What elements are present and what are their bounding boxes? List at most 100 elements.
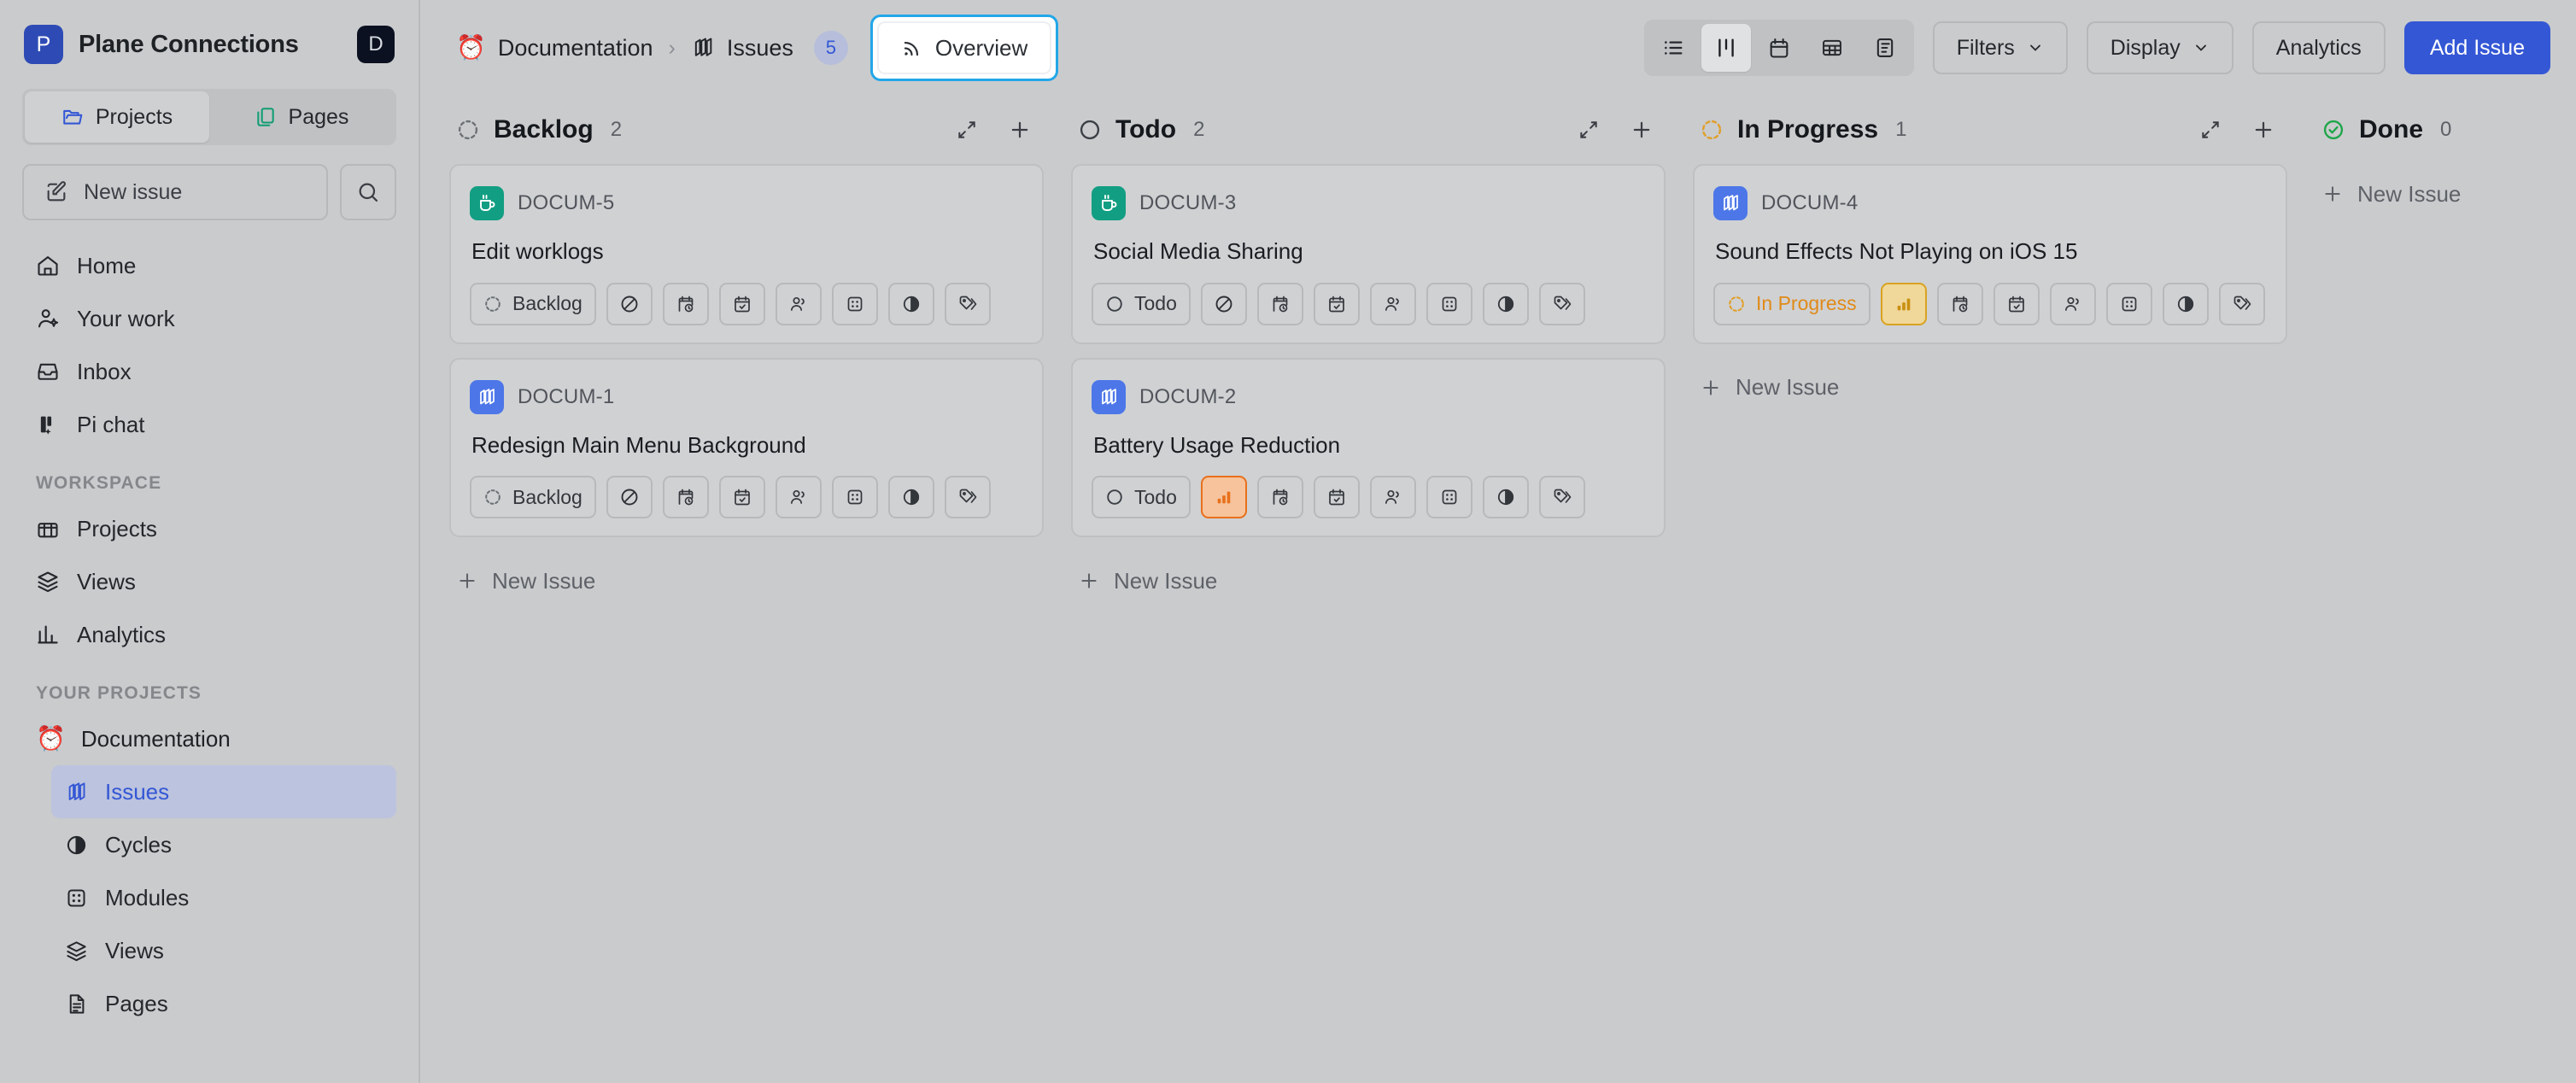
state-chip[interactable]: In Progress (1713, 283, 1871, 325)
column-new-issue-button[interactable]: New Issue (1071, 551, 1666, 611)
sidebar-item-views[interactable]: Views (22, 555, 396, 608)
card-header: DOCUM-1 (470, 378, 1023, 416)
breadcrumb-item-issues[interactable]: Issues (684, 30, 800, 67)
state-chip[interactable]: Todo (1092, 476, 1191, 518)
calendar-view-button[interactable] (1754, 24, 1804, 72)
avatar[interactable]: D (357, 26, 395, 63)
assignee-chip[interactable] (776, 476, 822, 518)
assignee-chip[interactable] (2050, 283, 2096, 325)
column-count: 1 (1895, 118, 1906, 142)
labels-chip[interactable] (945, 476, 991, 518)
cycle-chip[interactable] (888, 283, 934, 325)
cycle-chip[interactable] (2163, 283, 2209, 325)
gantt-view-button[interactable] (1860, 24, 1910, 72)
search-button[interactable] (340, 164, 396, 220)
labels-chip[interactable] (2219, 283, 2265, 325)
cycle-chip[interactable] (1483, 283, 1529, 325)
sidebar-item-modules[interactable]: Modules (51, 871, 396, 924)
due-date-chip[interactable] (1993, 283, 2040, 325)
sidebar-item-inbox[interactable]: Inbox (22, 345, 396, 398)
add-issue-to-column-icon[interactable] (1623, 111, 1660, 149)
modules-chip[interactable] (1426, 283, 1472, 325)
issue-card[interactable]: DOCUM-3 Social Media Sharing Todo (1071, 164, 1666, 344)
cycle-chip[interactable] (888, 476, 934, 518)
issue-card[interactable]: DOCUM-4 Sound Effects Not Playing on iOS… (1693, 164, 2287, 344)
sidebar-item-your-work[interactable]: Your work (22, 292, 396, 345)
assignee-chip[interactable] (1370, 283, 1416, 325)
column-new-issue-label: New Issue (2357, 181, 2461, 208)
modules-chip[interactable] (832, 283, 878, 325)
column-new-issue-button[interactable]: New Issue (2315, 164, 2576, 224)
column-actions (948, 111, 1039, 149)
new-issue-button[interactable]: New issue (22, 164, 328, 220)
issue-card[interactable]: DOCUM-2 Battery Usage Reduction Todo (1071, 358, 1666, 538)
start-date-icon (676, 294, 696, 314)
priority-chip[interactable] (1201, 476, 1247, 518)
issues-count-badge: 5 (814, 31, 848, 65)
sidebar-item-pi-chat[interactable]: Pi chat (22, 398, 396, 451)
priority-chip[interactable] (1881, 283, 1927, 325)
assignee-chip[interactable] (776, 283, 822, 325)
due-date-chip[interactable] (719, 283, 765, 325)
issue-card[interactable]: DOCUM-5 Edit worklogs Backlog (449, 164, 1044, 344)
sidebar-item-project-views[interactable]: Views (51, 924, 396, 977)
priority-chip[interactable] (606, 283, 653, 325)
due-date-icon (1326, 487, 1347, 507)
sidebar-item-home[interactable]: Home (22, 239, 396, 292)
add-issue-to-column-icon[interactable] (2245, 111, 2282, 149)
sidebar-item-cycles[interactable]: Cycles (51, 818, 396, 871)
issues-icon (65, 781, 88, 804)
due-date-chip[interactable] (719, 476, 765, 518)
kanban-view-button[interactable] (1701, 24, 1751, 72)
priority-chip[interactable] (606, 476, 653, 518)
spreadsheet-view-button[interactable] (1807, 24, 1857, 72)
sidebar-item-projects[interactable]: Projects (22, 502, 396, 555)
state-chip[interactable]: Todo (1092, 283, 1191, 325)
add-issue-to-column-icon[interactable] (1001, 111, 1039, 149)
column-new-issue-button[interactable]: New Issue (449, 551, 1044, 611)
collapse-column-icon[interactable] (1570, 111, 1607, 149)
sidebar-item-analytics[interactable]: Analytics (22, 608, 396, 661)
state-chip[interactable]: Backlog (470, 476, 596, 518)
assignee-chip[interactable] (1370, 476, 1416, 518)
add-issue-button[interactable]: Add Issue (2404, 21, 2550, 74)
column-new-issue-button[interactable]: New Issue (1693, 358, 2287, 418)
issue-card[interactable]: DOCUM-1 Redesign Main Menu Background Ba… (449, 358, 1044, 538)
sidebar-project-documentation[interactable]: ⏰ Documentation (22, 712, 396, 765)
filters-button[interactable]: Filters (1933, 21, 2068, 74)
state-chip[interactable]: Backlog (470, 283, 596, 325)
start-date-chip[interactable] (1937, 283, 1983, 325)
segment-pages[interactable]: Pages (209, 91, 394, 143)
due-date-chip[interactable] (1314, 476, 1360, 518)
segment-pages-label: Pages (289, 105, 349, 130)
collapse-column-icon[interactable] (948, 111, 986, 149)
filters-label: Filters (1957, 36, 2015, 61)
modules-chip[interactable] (832, 476, 878, 518)
display-button[interactable]: Display (2087, 21, 2234, 74)
analytics-button[interactable]: Analytics (2252, 21, 2386, 74)
priority-chip[interactable] (1201, 283, 1247, 325)
due-date-chip[interactable] (1314, 283, 1360, 325)
backlog-dashed-circle-icon (483, 295, 502, 313)
labels-chip[interactable] (945, 283, 991, 325)
modules-chip[interactable] (1426, 476, 1472, 518)
labels-chip[interactable] (1539, 476, 1585, 518)
start-date-chip[interactable] (1257, 476, 1303, 518)
tab-overview[interactable]: Overview (877, 21, 1051, 74)
page-icon (65, 992, 88, 1016)
sidebar-item-project-pages[interactable]: Pages (51, 977, 396, 1030)
labels-chip[interactable] (1539, 283, 1585, 325)
start-date-chip[interactable] (663, 283, 709, 325)
cycle-chip[interactable] (1483, 476, 1529, 518)
collapse-column-icon[interactable] (2192, 111, 2229, 149)
alarm-clock-emoji: ⏰ (456, 36, 486, 60)
breadcrumb-item-documentation[interactable]: ⏰ Documentation (449, 30, 659, 67)
list-view-button[interactable] (1648, 24, 1698, 72)
modules-chip[interactable] (2106, 283, 2152, 325)
start-date-chip[interactable] (1257, 283, 1303, 325)
start-date-chip[interactable] (663, 476, 709, 518)
segment-projects[interactable]: Projects (25, 91, 209, 143)
state-chip-label: Todo (1134, 486, 1177, 509)
workspace-header[interactable]: P Plane Connections D (0, 15, 419, 68)
sidebar-item-issues[interactable]: Issues (51, 765, 396, 818)
